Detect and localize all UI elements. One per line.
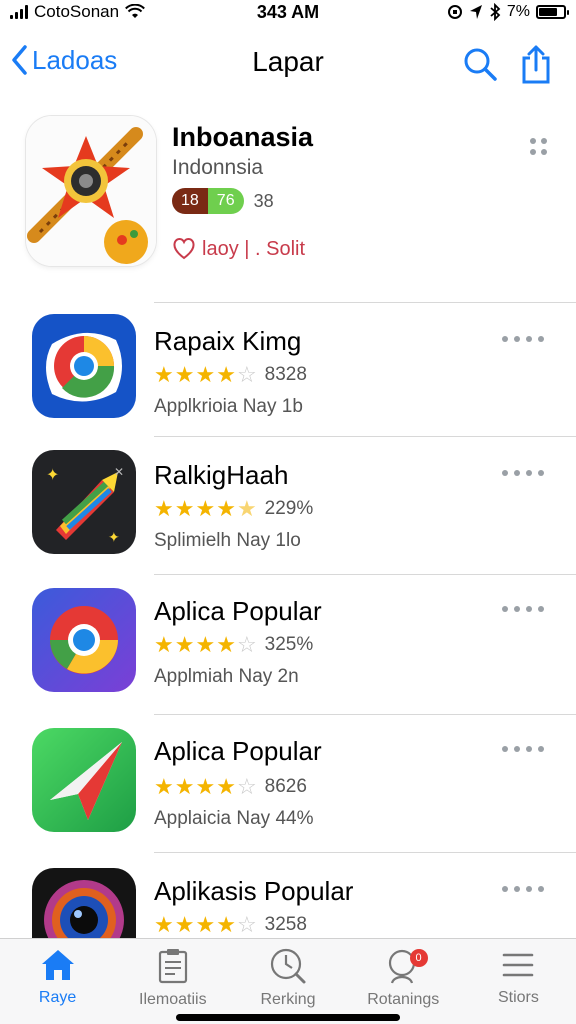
app-meta: Splimielh Nay 1lo — [154, 530, 301, 551]
score-badge: 76 — [207, 188, 244, 214]
clipboard-icon — [158, 949, 187, 984]
tab-updates[interactable]: Ilemoatiis — [115, 939, 230, 1024]
rating-count: 8626 — [264, 776, 307, 797]
featured-action-label: laoy | . Solit — [202, 237, 306, 260]
status-bar: CotoSonan 343 AM 7% — [0, 0, 576, 24]
status-right: 7% — [447, 3, 569, 21]
tab-label: Rotanings — [367, 991, 440, 1008]
status-left: CotoSonan — [10, 2, 145, 22]
tab-label: Raye — [38, 989, 77, 1006]
app-rating: ★ ★ ★ ★ ☆ 325% — [154, 634, 313, 656]
app-meta: Applkrioia Nay 1b — [154, 396, 303, 417]
tab-bar: Raye Ilemoatiis Rerking 0 Rotanings Stio… — [0, 938, 576, 1024]
tab-label: Stiors — [497, 989, 539, 1006]
share-button[interactable] — [520, 44, 552, 89]
list-item[interactable]: Rapaix Kimg ★ ★ ★ ★ ☆ 8328 Applkrioia Nay 1b — [0, 302, 576, 436]
featured-badges: 18 76 38 — [172, 188, 274, 214]
star-rating: ★ ★ ★ ★ ☆ — [154, 632, 257, 657]
battery-percent: 7% — [506, 3, 530, 20]
app-name: RalkigHaah — [154, 460, 289, 490]
rating-count: 325% — [264, 634, 314, 655]
tab-home[interactable]: Raye — [0, 939, 115, 1024]
app-rating: ★ ★ ★ ★ ☆ 8328 — [154, 364, 307, 386]
star-rating: ★ ★ ★ ★ ☆ — [154, 912, 257, 937]
more-options-button[interactable] — [502, 606, 544, 612]
carrier-label: CotoSonan — [34, 2, 120, 21]
more-options-button[interactable] — [502, 886, 544, 892]
featured-app[interactable]: Inboanasia Indonnsia 18 76 38 laoy | . S… — [0, 112, 576, 302]
app-meta: Applaicia Nay 44% — [154, 808, 314, 829]
age-badge: 18 — [172, 188, 208, 214]
battery-icon — [536, 5, 569, 19]
app-name: Rapaix Kimg — [154, 326, 302, 356]
search-icon — [464, 48, 497, 81]
featured-subtitle: Indonnsia — [172, 156, 264, 179]
clock-search-icon — [270, 948, 306, 984]
featured-title: Inboanasia — [172, 122, 314, 152]
app-rating: ★ ★ ★ ★ ☆ 8626 — [154, 776, 307, 798]
list-item[interactable]: Aplikasis Popular ★ ★ ★ ★ ☆ 3258 — [0, 852, 576, 938]
bluetooth-icon — [490, 3, 501, 21]
navigation-bar: Ladoas Lapar — [0, 36, 576, 92]
app-rating: ★ ★ ★ ★ ☆ 3258 — [154, 914, 307, 936]
options-grid-icon[interactable] — [530, 138, 547, 155]
paper-plane-icon — [32, 728, 136, 832]
star-rating: ★ ★ ★ ★ ☆ — [154, 362, 257, 387]
camera-lens-icon — [32, 868, 136, 938]
row-divider — [154, 574, 576, 575]
svg-text:✕: ✕ — [114, 465, 124, 479]
featured-action[interactable]: laoy | . Solit — [172, 236, 305, 262]
chrome-blue-icon — [32, 314, 136, 418]
app-name: Aplica Popular — [154, 596, 322, 626]
list-item[interactable]: Aplica Popular ★ ★ ★ ★ ☆ 325% Applmiah Nay 2… — [0, 574, 576, 714]
row-divider — [154, 302, 576, 303]
list-item[interactable]: Aplica Popular ★ ★ ★ ★ ☆ 8626 Applaicia Nay … — [0, 714, 576, 852]
rating-count: 229% — [264, 498, 314, 519]
search-button[interactable] — [462, 46, 498, 87]
tab-label: Ilemoatiis — [139, 991, 207, 1008]
tab-ranking[interactable]: Rerking — [230, 939, 345, 1024]
signal-icon — [10, 5, 28, 19]
tab-stories[interactable]: Stiors — [461, 939, 576, 1024]
chrome-icon — [32, 588, 136, 692]
app-rating: ★ ★ ★ ★ ★ 229% — [154, 498, 313, 520]
rating-count: 3258 — [264, 914, 307, 935]
star-rating: ★ ★ ★ ★ ☆ — [154, 774, 257, 799]
home-indicator — [176, 1014, 400, 1021]
heart-icon — [173, 238, 195, 260]
row-divider — [154, 714, 576, 715]
star-rating: ★ ★ ★ ★ ★ — [154, 496, 257, 521]
rating-count: 8328 — [264, 364, 307, 385]
share-icon — [522, 45, 550, 84]
guitar-camera-icon — [26, 116, 156, 266]
menu-icon — [503, 953, 534, 977]
rainbow-rocket-icon: ✦ ✦ ✕ — [32, 450, 136, 554]
app-meta: Applmiah Nay 2n — [154, 666, 299, 687]
more-options-button[interactable] — [502, 470, 544, 476]
list-item[interactable]: ✦ ✦ ✕ RalkigHaah ★ ★ ★ ★ ★ 229% Splimielh Na… — [0, 436, 576, 574]
svg-text:✦: ✦ — [108, 530, 120, 546]
tab-ratings[interactable]: 0 Rotanings — [346, 939, 461, 1024]
home-icon — [41, 950, 74, 980]
app-name: Aplikasis Popular — [154, 876, 354, 906]
row-divider — [154, 436, 576, 437]
svg-text:✦: ✦ — [46, 465, 59, 484]
wifi-icon — [125, 4, 145, 18]
notification-badge: 0 — [409, 949, 428, 967]
row-divider — [154, 852, 576, 853]
app-name: Aplica Popular — [154, 736, 322, 766]
more-options-button[interactable] — [502, 746, 544, 752]
location-icon — [469, 5, 482, 19]
more-options-button[interactable] — [502, 336, 544, 342]
badge-count: 38 — [253, 190, 274, 211]
lock-rotation-icon — [447, 5, 462, 19]
tab-label: Rerking — [260, 991, 316, 1008]
